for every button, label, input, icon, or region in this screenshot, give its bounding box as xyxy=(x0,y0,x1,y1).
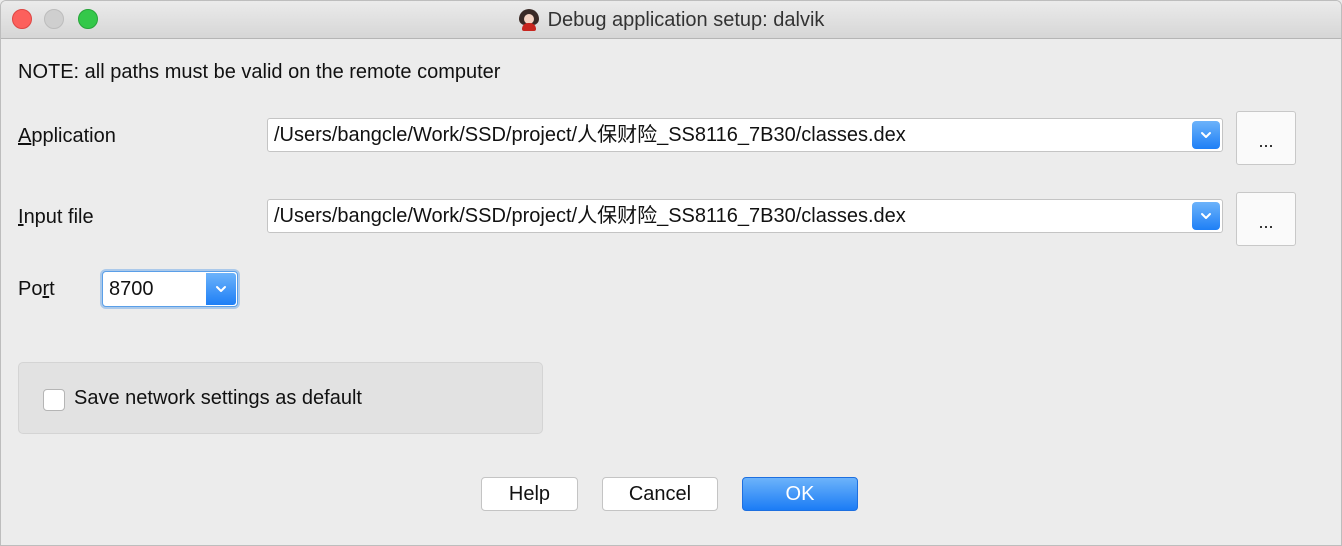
debug-setup-dialog: Debug application setup: dalvik NOTE: al… xyxy=(0,0,1342,546)
chevron-down-icon[interactable] xyxy=(1192,202,1220,230)
title-bar[interactable]: Debug application setup: dalvik xyxy=(1,1,1341,39)
application-label-rest: pplication xyxy=(31,125,116,147)
port-label-pre: Po xyxy=(18,278,43,300)
application-path-value: /Users/bangcle/Work/SSD/project/人保财险_SS8… xyxy=(274,124,906,146)
application-label-mnemonic: A xyxy=(18,125,32,147)
input-file-browse-button[interactable]: ... xyxy=(1236,192,1296,246)
application-label: Application xyxy=(18,125,116,148)
chevron-down-icon[interactable] xyxy=(1192,121,1220,149)
port-label: Port xyxy=(18,278,55,301)
input-file-path-value: /Users/bangcle/Work/SSD/project/人保财险_SS8… xyxy=(274,205,906,227)
input-file-path-combo[interactable]: /Users/bangcle/Work/SSD/project/人保财险_SS8… xyxy=(267,199,1223,233)
window-title: Debug application setup: dalvik xyxy=(547,8,825,31)
save-network-settings-label[interactable]: Save network settings as default xyxy=(74,387,362,410)
port-label-post: t xyxy=(49,278,55,300)
input-file-label: Input file xyxy=(18,206,94,229)
application-path-combo[interactable]: /Users/bangcle/Work/SSD/project/人保财险_SS8… xyxy=(267,118,1223,152)
help-button[interactable]: Help xyxy=(481,477,578,511)
cancel-button[interactable]: Cancel xyxy=(602,477,718,511)
remote-paths-note: NOTE: all paths must be valid on the rem… xyxy=(18,61,501,83)
chevron-down-icon[interactable] xyxy=(206,273,236,305)
application-browse-button[interactable]: ... xyxy=(1236,111,1296,165)
port-value: 8700 xyxy=(109,278,154,300)
network-settings-group: Save network settings as default xyxy=(18,362,543,434)
app-icon xyxy=(518,9,540,31)
window-title-wrap: Debug application setup: dalvik xyxy=(1,1,1341,39)
input-file-label-rest: nput file xyxy=(23,206,94,228)
port-combo[interactable]: 8700 xyxy=(102,271,238,307)
ok-button[interactable]: OK xyxy=(742,477,858,511)
save-network-settings-checkbox[interactable] xyxy=(43,389,65,411)
